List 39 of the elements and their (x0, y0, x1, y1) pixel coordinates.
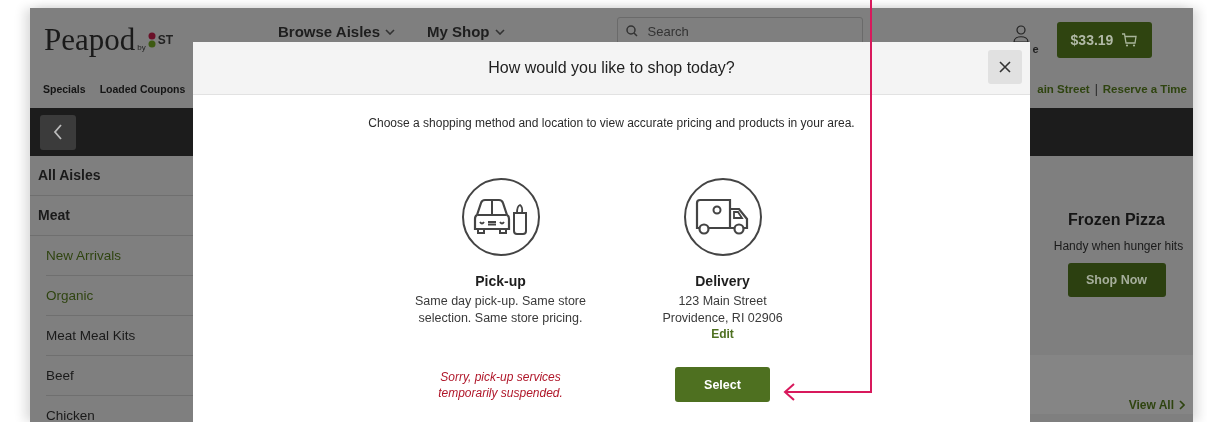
nav-link[interactable]: Loaded Coupons (99, 83, 186, 95)
chevron-left-icon (52, 123, 64, 141)
option-text: Same day pick-up. Same store selection. Same store pricing. (414, 293, 587, 327)
close-button[interactable] (988, 50, 1022, 84)
edit-link[interactable]: Edit (711, 327, 734, 341)
chevron-right-icon (1179, 400, 1185, 410)
caret-icon (385, 29, 395, 35)
logo-wordmark: Peapod (44, 22, 136, 58)
truck-icon (682, 177, 763, 257)
view-all-link[interactable]: View All (1128, 398, 1185, 412)
user-icon (1012, 25, 1029, 43)
option-title: Pick-up (475, 273, 526, 289)
location-link[interactable]: ain Street (1037, 83, 1090, 95)
back-button[interactable] (40, 114, 76, 150)
select-button[interactable]: Select (675, 367, 770, 402)
search-icon (625, 25, 638, 37)
cart-icon (1121, 33, 1138, 47)
intro-text: Choose a shopping method and location to view accurate pricing and products in your area. (368, 116, 855, 130)
promo-title: Frozen Pizza (1068, 211, 1165, 229)
option-text: Providence, RI 02906 (661, 310, 784, 327)
promo-subtitle: Handy when hunger hits (1053, 239, 1184, 253)
close-icon (998, 60, 1012, 74)
partner-name: ST (157, 33, 174, 47)
cart-button[interactable]: $33.19 (1056, 22, 1152, 58)
car-and-bag-icon (460, 177, 541, 257)
caret-icon (494, 29, 505, 35)
unavailable-notice: Sorry, pick-up services temporarily suspended. (437, 369, 564, 401)
nav-link[interactable]: Specials (43, 83, 86, 95)
shop-now-button[interactable]: Shop Now (1067, 263, 1166, 297)
logo-by-text: by (137, 43, 146, 52)
nav-link[interactable]: Browse Aisles (278, 23, 395, 41)
dialog-title: How would you like to shop today? (488, 59, 735, 77)
account-label: e (1032, 43, 1039, 55)
option-text: 123 Main Street (677, 293, 768, 310)
option-title: Delivery (695, 273, 750, 289)
separator: | (1094, 82, 1098, 96)
location-link[interactable]: Reserve a Time (1102, 83, 1187, 95)
nav-link[interactable]: My Shop (427, 23, 505, 41)
dots-icon (147, 32, 156, 48)
